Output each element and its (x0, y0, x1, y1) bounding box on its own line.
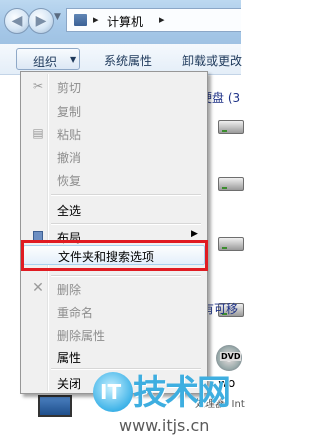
menu-item-label: 属性 (57, 351, 82, 365)
uninstall-change-button[interactable]: 卸载或更改 (182, 52, 242, 69)
menu-separator (51, 223, 201, 225)
watermark: IT 技术网 www.itjs.cn (93, 372, 241, 440)
menu-item-label: 剪切 (57, 81, 82, 95)
menu-item-folder-search-options[interactable]: 文件夹和搜索选项 (23, 245, 205, 265)
breadcrumb-separator-2[interactable]: ▸ (159, 13, 165, 26)
menu-separator (51, 368, 201, 370)
back-button[interactable]: ◀ (4, 8, 30, 34)
menu-item-properties[interactable]: 属性 (23, 346, 205, 366)
back-arrow-icon: ◀ (11, 13, 23, 29)
chevron-down-icon: ▼ (70, 55, 77, 64)
menu-item-delete[interactable]: ✕ 删除 (23, 278, 205, 298)
menu-item-label: 全选 (57, 204, 82, 218)
menu-item-label: 删除属性 (57, 329, 106, 343)
menu-item-select-all[interactable]: 全选 (23, 199, 205, 219)
dvd-label: DVD (220, 352, 242, 361)
drive-icon[interactable] (218, 237, 244, 251)
drive-icon[interactable] (218, 120, 244, 134)
menu-item-label: 布局 (57, 231, 82, 245)
menu-item-label: 重命名 (57, 306, 94, 320)
organize-button[interactable]: 组织 ▼ (16, 48, 80, 70)
menu-item-paste[interactable]: ▤ 粘贴 (23, 123, 205, 143)
menu-item-cut[interactable]: ✂ 剪切 (23, 76, 205, 96)
watermark-brand: 技术网 (133, 373, 231, 413)
dvd-drive-icon[interactable]: DVD (216, 345, 242, 371)
watermark-url: www.itjs.cn (119, 416, 210, 435)
menu-item-label: 关闭 (57, 377, 82, 391)
address-bar[interactable]: ▸ 计算机 ▸ (66, 8, 241, 32)
scissors-icon: ✂ (32, 79, 44, 93)
menu-item-label: 文件夹和搜索选项 (58, 250, 155, 264)
menu-item-remove-properties[interactable]: 删除属性 (23, 324, 205, 344)
menu-item-redo[interactable]: 恢复 (23, 169, 205, 189)
menu-item-label: 删除 (57, 283, 82, 297)
system-properties-button[interactable]: 系统属性 (104, 52, 152, 69)
watermark-logo-text: IT (100, 380, 122, 404)
drive-icon[interactable] (218, 177, 244, 191)
menu-item-undo[interactable]: 撤消 (23, 146, 205, 166)
menu-item-layout[interactable]: 布局 ▶ (23, 226, 205, 246)
forward-arrow-icon: ▶ (35, 13, 47, 29)
computer-icon (74, 14, 87, 26)
menu-separator (51, 275, 201, 277)
menu-item-label: 恢复 (57, 174, 82, 188)
forward-button[interactable]: ▶ (28, 8, 54, 34)
menu-item-label: 粘贴 (57, 128, 82, 142)
delete-x-icon: ✕ (32, 280, 44, 296)
clipboard-icon: ▤ (32, 126, 44, 140)
breadcrumb-computer[interactable]: 计算机 (107, 13, 143, 30)
menu-item-copy[interactable]: 复制 (23, 100, 205, 120)
menu-item-rename[interactable]: 重命名 (23, 301, 205, 321)
organize-label: 组织 (33, 55, 58, 69)
menu-item-label: 撤消 (57, 151, 82, 165)
layout-icon (33, 231, 43, 241)
watermark-logo-icon: IT (93, 372, 133, 412)
recent-pages-dropdown-icon[interactable]: ▼ (54, 12, 61, 22)
title-bar: ◀ ▶ ▼ ▸ 计算机 ▸ (0, 0, 241, 44)
menu-item-label: 复制 (57, 105, 82, 119)
breadcrumb-separator[interactable]: ▸ (93, 13, 99, 26)
organize-menu: ✂ 剪切 复制 ▤ 粘贴 撤消 恢复 全选 布局 ▶ 文件夹和搜索选项 ✕ 删除… (20, 71, 208, 394)
menu-separator (51, 194, 201, 196)
computer-monitor-icon (38, 395, 72, 417)
submenu-arrow-icon: ▶ (191, 229, 198, 239)
